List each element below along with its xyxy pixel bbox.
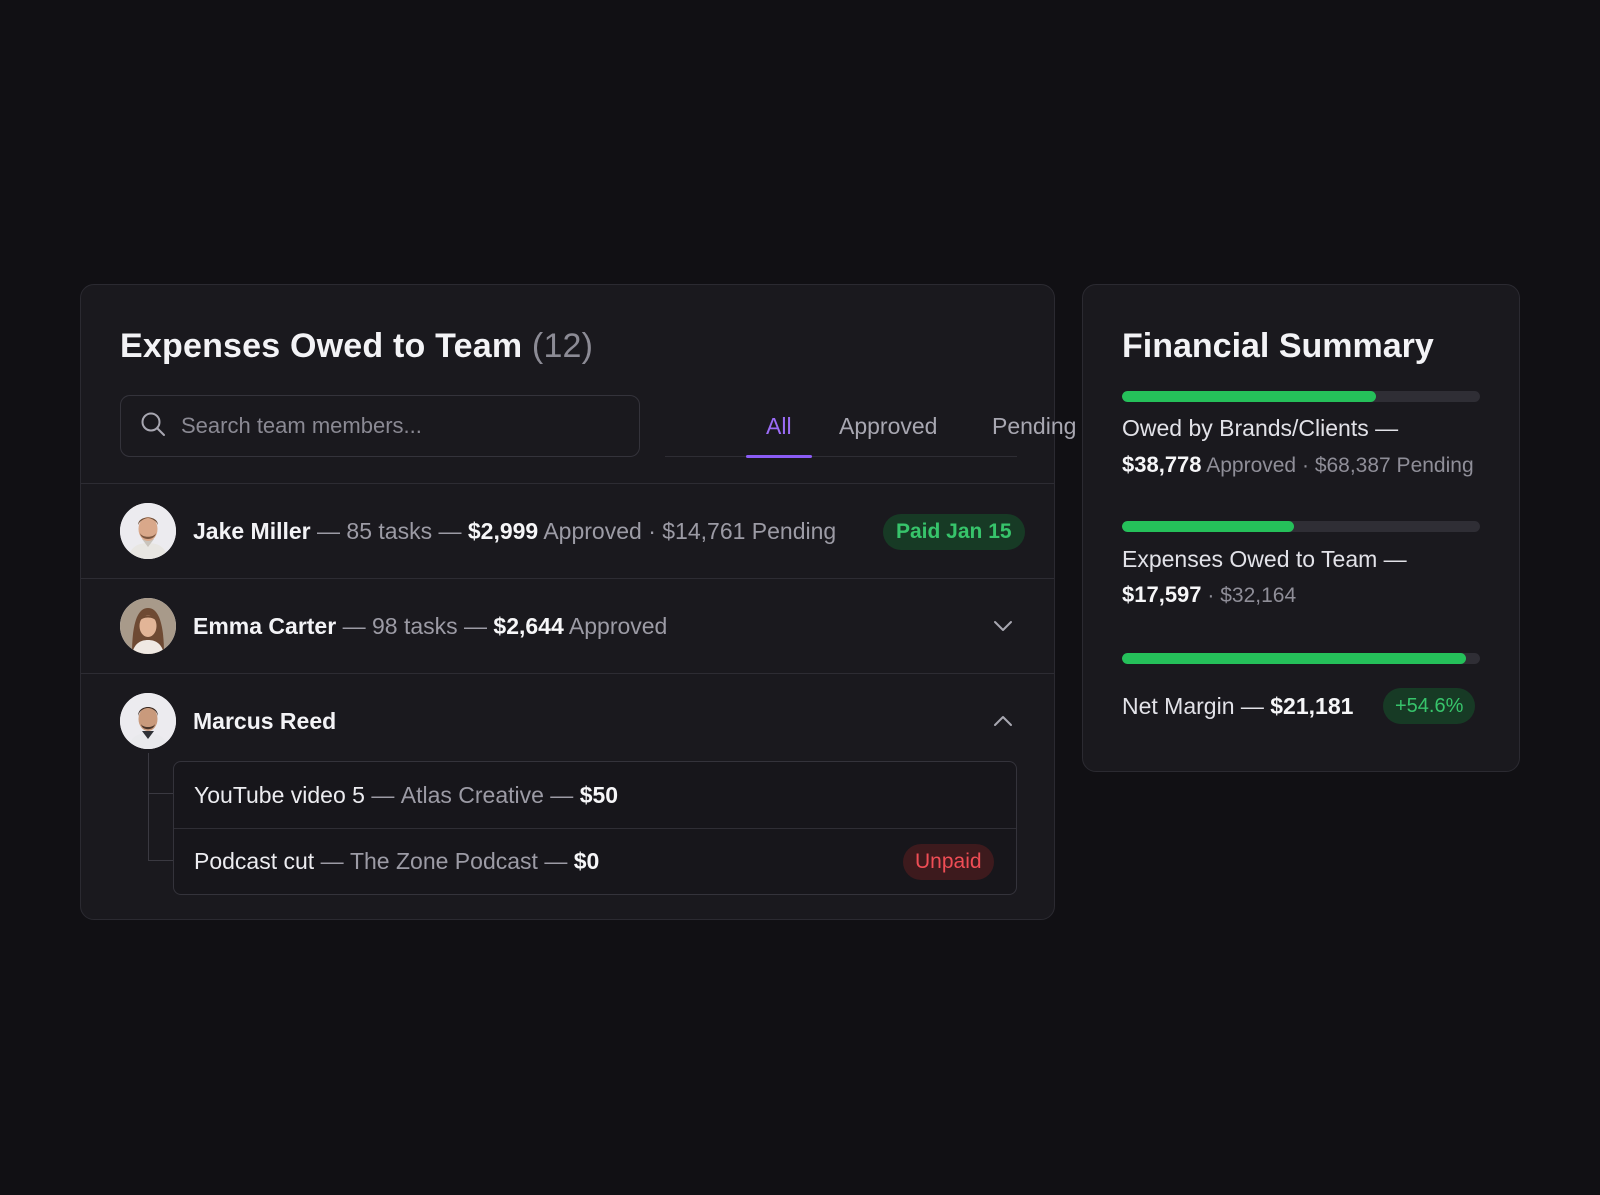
- expenses-title: Expenses Owed to Team (12): [120, 327, 593, 366]
- team-label: Expenses Owed to Team —: [1122, 546, 1407, 572]
- growth-badge: +54.6%: [1383, 688, 1476, 724]
- clients-label: Owed by Brands/Clients —: [1122, 415, 1399, 441]
- tree-connector: [148, 793, 173, 794]
- expenses-count: (12): [531, 327, 594, 365]
- team-total: $32,164: [1220, 584, 1297, 607]
- approved-amount: $2,999: [467, 517, 539, 544]
- team-values: $17,597 · $32,164: [1122, 582, 1296, 608]
- dot-separator: ·: [1207, 584, 1215, 607]
- member-name: Marcus Reed: [193, 707, 337, 734]
- tab-approved[interactable]: Approved: [839, 395, 937, 457]
- financial-summary-card: Financial Summary Owed by Brands/Clients…: [1082, 284, 1520, 772]
- progress-fill: [1122, 391, 1377, 402]
- status-badge-paid: Paid Jan 15: [883, 514, 1025, 550]
- separator: —: [371, 781, 395, 808]
- chevron-down-icon[interactable]: [991, 614, 1015, 638]
- row-summary: Jake Miller — 85 tasks — $2,999 Approved…: [193, 518, 836, 545]
- pending-amount: $14,761: [662, 517, 746, 544]
- team-member-row[interactable]: Emma Carter — 98 tasks — $2,644 Approved: [81, 578, 1054, 673]
- filter-tabs: All Approved Pending: [665, 395, 1076, 458]
- margin-progress-bar: [1122, 653, 1480, 664]
- expense-title: YouTube video 5: [194, 781, 365, 808]
- separator: —: [550, 781, 574, 808]
- clients-pending: $68,387 Pending: [1314, 454, 1474, 477]
- row-summary: Marcus Reed: [193, 708, 336, 735]
- search-icon: [139, 410, 167, 443]
- separator: —: [342, 612, 366, 639]
- tab-pending[interactable]: Pending: [992, 395, 1076, 457]
- dot-separator: ·: [648, 517, 656, 544]
- separator: —: [320, 848, 344, 874]
- progress-fill: [1122, 653, 1466, 664]
- dot-separator: ·: [1301, 454, 1309, 477]
- expense-title: Podcast cut: [194, 848, 315, 874]
- team-progress-bar: [1122, 521, 1480, 532]
- search-input[interactable]: [181, 413, 621, 439]
- net-margin-amount: $21,181: [1270, 693, 1354, 719]
- member-name: Emma Carter: [193, 612, 337, 639]
- approved-amount: $2,644: [493, 612, 564, 639]
- pending-label: Pending: [751, 517, 837, 544]
- stage: Expenses Owed to Team (12) All Approved …: [0, 0, 1600, 1195]
- net-margin-label: Net Margin —: [1122, 693, 1264, 719]
- clients-approved-label: Approved: [1206, 454, 1297, 477]
- expense-client: The Zone Podcast: [349, 848, 538, 874]
- expenses-title-text: Expenses Owed to Team: [120, 327, 523, 365]
- progress-fill: [1122, 521, 1294, 532]
- team-member-row-expanded[interactable]: Marcus Reed: [81, 673, 1054, 768]
- avatar: [120, 693, 176, 749]
- expense-amount: $50: [579, 781, 619, 808]
- expense-subitems: YouTube video 5 — Atlas Creative — $50 P…: [173, 761, 1017, 895]
- clients-approved-amount: $38,778: [1122, 452, 1202, 477]
- expense-client: Atlas Creative: [400, 781, 544, 808]
- tab-all[interactable]: All: [746, 395, 811, 458]
- task-count: 85 tasks: [346, 517, 433, 544]
- status-badge-unpaid: Unpaid: [903, 844, 994, 880]
- summary-title: Financial Summary: [1122, 327, 1434, 365]
- expense-amount: $0: [573, 848, 600, 874]
- separator: —: [317, 517, 341, 544]
- team-amount: $17,597: [1122, 582, 1202, 607]
- separator: —: [438, 517, 462, 544]
- member-name: Jake Miller: [193, 517, 311, 544]
- clients-progress-bar: [1122, 391, 1480, 402]
- approved-label: Approved: [543, 517, 642, 544]
- clients-values: $38,778 Approved · $68,387 Pending: [1122, 452, 1474, 478]
- net-margin: Net Margin — $21,181: [1122, 693, 1353, 720]
- expenses-card: Expenses Owed to Team (12) All Approved …: [80, 284, 1076, 920]
- separator: —: [544, 848, 568, 874]
- team-member-row[interactable]: Jake Miller — 85 tasks — $2,999 Approved…: [81, 483, 1054, 578]
- task-count: 98 tasks: [371, 612, 458, 639]
- avatar: [120, 598, 176, 654]
- chevron-up-icon[interactable]: [991, 709, 1015, 733]
- avatar: [120, 503, 176, 559]
- tree-connector: [148, 860, 173, 861]
- tree-connector: [148, 753, 149, 861]
- expense-item[interactable]: Podcast cut — The Zone Podcast — $0 Unpa…: [174, 828, 1016, 894]
- separator: —: [464, 612, 488, 639]
- search-box[interactable]: [120, 395, 640, 457]
- expense-item[interactable]: YouTube video 5 — Atlas Creative — $50: [174, 762, 1016, 828]
- approved-label: Approved: [568, 612, 668, 639]
- row-summary: Emma Carter — 98 tasks — $2,644 Approved: [193, 613, 667, 640]
